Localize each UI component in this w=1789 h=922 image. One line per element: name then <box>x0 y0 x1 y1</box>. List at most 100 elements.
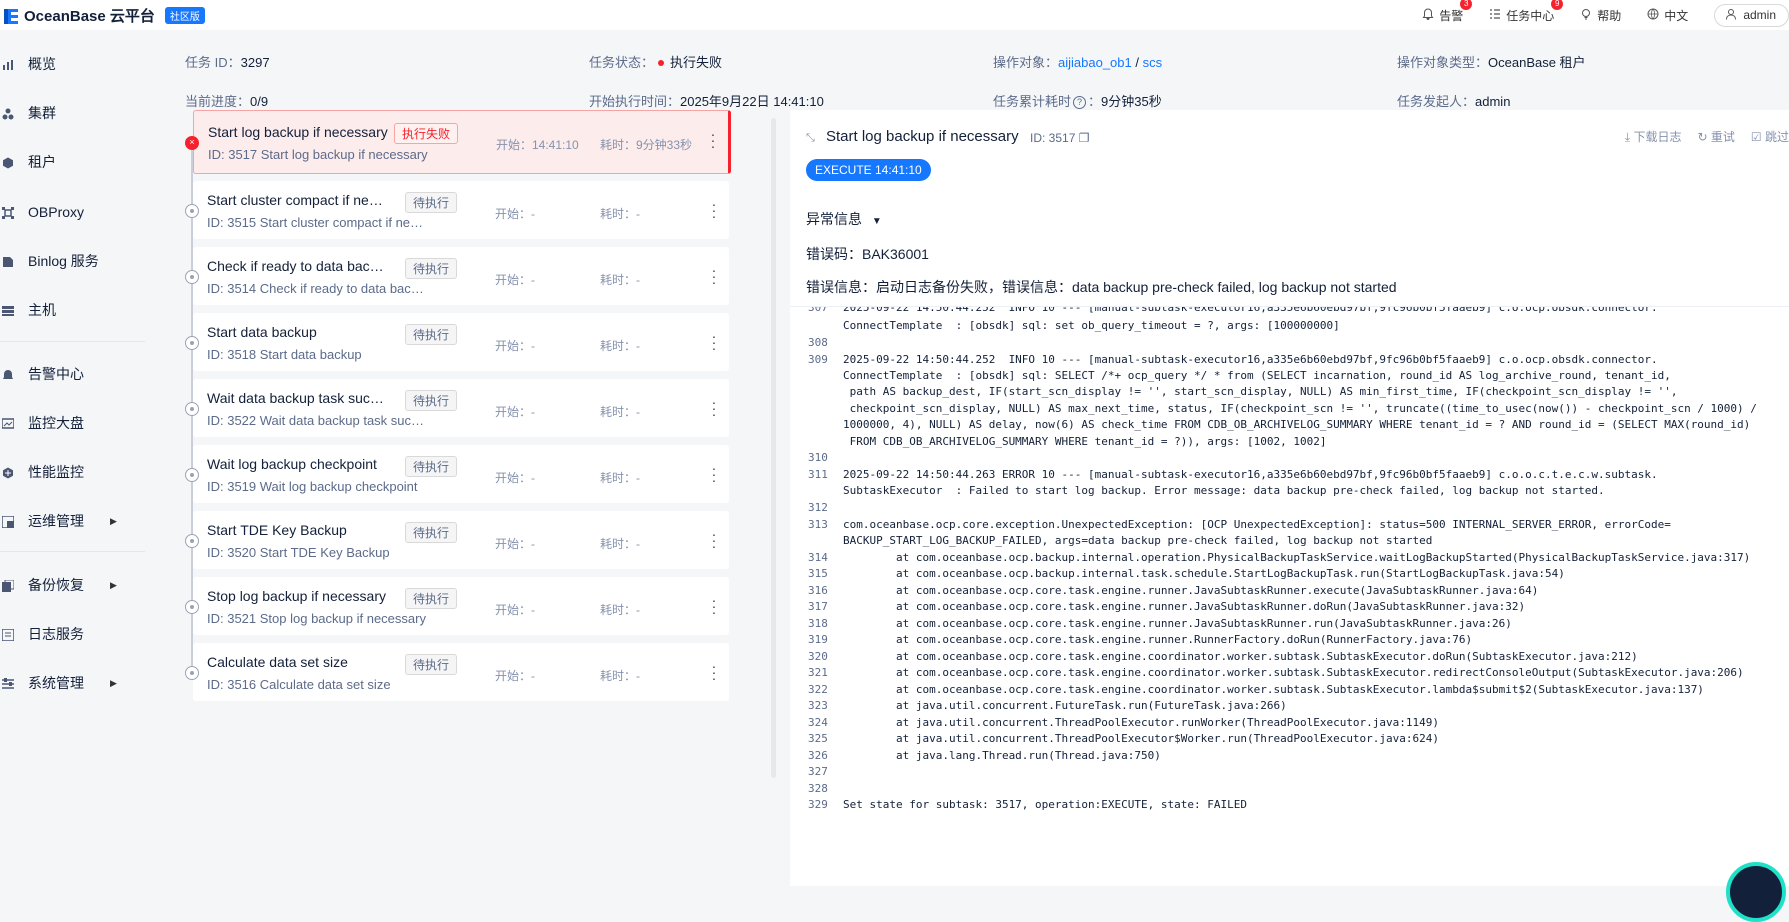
edition-badge: 社区版 <box>164 6 205 24</box>
more-vertical-icon[interactable]: · · · <box>709 329 719 355</box>
subtask-start: 开始：- <box>495 537 535 551</box>
pending-node-icon <box>185 204 199 218</box>
retry-button[interactable]: ↻ 重试 <box>1697 128 1734 145</box>
subtask-duration: 耗时：- <box>600 669 640 683</box>
sidebar-item-system[interactable]: 系统管理 ▶ <box>0 663 145 703</box>
sidebar-item-host[interactable]: 主机 <box>0 290 145 330</box>
log-line-number: 322 <box>808 683 828 696</box>
log-line-number: 311 <box>808 468 828 481</box>
subtask-detail-panel: ⤡ Start log backup if necessary ID: 3517 … <box>790 110 1789 886</box>
log-line-text: 2025-09-22 14:50:44.252 INFO 10 --- [man… <box>843 353 1658 366</box>
sidebar-item-performance[interactable]: 性能监控 <box>0 452 145 492</box>
initiator-field: 任务发起人：admin <box>1397 94 1511 109</box>
target-link-tenant[interactable]: scs <box>1143 55 1163 70</box>
subtask-subtitle: ID: 3521 Stop log backup if necessary <box>207 611 426 626</box>
collapse-icon[interactable]: ⤡ <box>806 132 818 145</box>
log-line-text: at com.oceanbase.ocp.core.task.engine.co… <box>843 650 1638 663</box>
subtask-card[interactable]: Start TDE Key Backup 待执行 ID: 3520 Start … <box>193 511 729 569</box>
execute-time-pill[interactable]: EXECUTE 14:41:10 <box>806 159 931 181</box>
oceanbase-logo-icon <box>2 6 20 24</box>
subtask-card[interactable]: Wait data backup task success 待执行 ID: 35… <box>193 379 729 437</box>
more-vertical-icon[interactable]: · · · <box>709 197 719 223</box>
subtask-start: 开始：14:41:10 <box>496 138 579 152</box>
log-line-text: at com.oceanbase.ocp.core.task.engine.ru… <box>843 617 1512 630</box>
more-vertical-icon[interactable]: · · · <box>709 263 719 289</box>
pending-node-icon <box>185 402 199 416</box>
log-line-text: com.oceanbase.ocp.core.exception.Unexpec… <box>843 518 1671 531</box>
subtask-card[interactable]: Calculate data set size 待执行 ID: 3516 Cal… <box>193 643 729 701</box>
log-viewer[interactable]: 307 2025-09-22 14:50:44.252 INFO 10 --- [… <box>790 306 1789 886</box>
sidebar-item-label: 主机 <box>28 302 56 318</box>
task-count-badge: 9 <box>1551 0 1564 10</box>
subtask-duration: 耗时：- <box>600 537 640 551</box>
skip-button[interactable]: ☑ 跳过 <box>1751 128 1789 145</box>
download-log-button[interactable]: ⤓ 下载日志 <box>1625 128 1682 145</box>
sidebar-item-cluster[interactable]: 集群 <box>0 93 145 133</box>
question-circle-icon[interactable]: ? <box>1073 96 1087 110</box>
sidebar-item-ops[interactable]: 运维管理 ▶ <box>0 501 145 541</box>
subtask-start: 开始：- <box>495 471 535 485</box>
subtask-subtitle: ID: 3522 Wait data backup task success <box>207 413 429 428</box>
subtask-subtitle: ID: 3519 Wait log backup checkpoint <box>207 479 418 494</box>
alarm-button[interactable]: 告警 3 <box>1422 0 1473 24</box>
task-status-value: 执行失败 <box>670 55 723 70</box>
subtask-subtitle: ID: 3516 Calculate data set size <box>207 677 391 692</box>
subtask-duration: 耗时：- <box>600 339 640 353</box>
sidebar-item-tenant[interactable]: 租户 <box>0 142 145 182</box>
status-tag-pending: 待执行 <box>405 588 458 609</box>
subtask-title: Start data backup <box>207 324 317 340</box>
help-button[interactable]: 帮助 <box>1580 7 1621 24</box>
sidebar-item-binlog[interactable]: Binlog 服务 <box>0 241 145 281</box>
sidebar-item-dashboard[interactable]: 监控大盘 <box>0 403 145 443</box>
binlog-icon <box>2 255 14 267</box>
more-vertical-icon[interactable]: · · · <box>709 593 719 619</box>
subtask-card[interactable]: Check if ready to data backup 待执行 ID: 35… <box>193 247 729 305</box>
log-line-number: 325 <box>808 732 828 745</box>
backup-icon <box>2 579 15 592</box>
sidebar-item-backup[interactable]: 备份恢复 ▶ <box>0 565 145 605</box>
log-line-number: 309 <box>808 353 828 366</box>
more-vertical-icon[interactable]: · · · <box>709 395 719 421</box>
status-tag-pending: 待执行 <box>405 390 458 411</box>
subtask-card[interactable]: Wait log backup checkpoint 待执行 ID: 3519 … <box>193 445 729 503</box>
more-vertical-icon[interactable]: · · · <box>708 127 718 153</box>
log-line-number: 312 <box>808 501 828 514</box>
language-switch[interactable]: 中文 <box>1647 7 1688 24</box>
subtask-card[interactable]: Start data backup 待执行 ID: 3518 Start dat… <box>193 313 729 371</box>
log-line-text: FROM CDB_OB_ARCHIVELOG_SUMMARY WHERE ten… <box>843 435 1327 448</box>
log-line-number: 323 <box>808 699 828 712</box>
subtask-card[interactable]: Start cluster compact if necessary 待执行 I… <box>193 181 729 239</box>
log-line-number: 314 <box>808 551 828 564</box>
subtask-card[interactable]: Stop log backup if necessary 待执行 ID: 352… <box>193 577 729 635</box>
subtask-card-active[interactable]: Start log backup if necessary 执行失败 ID: 3… <box>193 110 731 174</box>
subtask-duration: 耗时：- <box>600 471 640 485</box>
status-tag-pending: 待执行 <box>405 654 458 675</box>
task-center-button[interactable]: 任务中心 9 <box>1489 0 1564 24</box>
log-line-text: ConnectTemplate : [obsdk] sql: set ob_qu… <box>843 319 1340 332</box>
logo[interactable]: OceanBase 云平台 社区版 <box>0 5 205 26</box>
help-chat-bubble[interactable] <box>1726 862 1786 922</box>
alarm-count-badge: 3 <box>1460 0 1473 10</box>
tenant-icon <box>2 156 14 169</box>
log-line-number: 319 <box>808 633 828 646</box>
user-menu[interactable]: admin <box>1714 3 1789 27</box>
sidebar-item-overview[interactable]: 概览 <box>0 44 145 84</box>
more-vertical-icon[interactable]: · · · <box>709 527 719 553</box>
copy-icon[interactable]: ❐ <box>1079 131 1090 145</box>
log-line-number: 313 <box>808 518 828 531</box>
more-vertical-icon[interactable]: · · · <box>709 659 719 685</box>
sidebar-item-label: 监控大盘 <box>28 415 84 431</box>
more-vertical-icon[interactable]: · · · <box>709 461 719 487</box>
task-list-scrollbar[interactable] <box>771 118 776 778</box>
exception-info-toggle[interactable]: 异常信息 ▼ <box>806 209 882 229</box>
target-link-cluster[interactable]: aijiabao_ob1 <box>1058 55 1132 70</box>
sidebar-item-obproxy[interactable]: OBProxy <box>0 192 145 232</box>
progress-field: 当前进度：0/9 <box>185 94 269 109</box>
sidebar-item-alarm-center[interactable]: 告警中心 <box>0 354 145 394</box>
pending-node-icon <box>185 336 199 350</box>
subtask-start: 开始：- <box>495 669 535 683</box>
performance-icon <box>2 466 14 479</box>
log-line-number: 318 <box>808 617 828 630</box>
sidebar-item-log-service[interactable]: 日志服务 <box>0 614 145 654</box>
settings-icon <box>2 677 14 689</box>
